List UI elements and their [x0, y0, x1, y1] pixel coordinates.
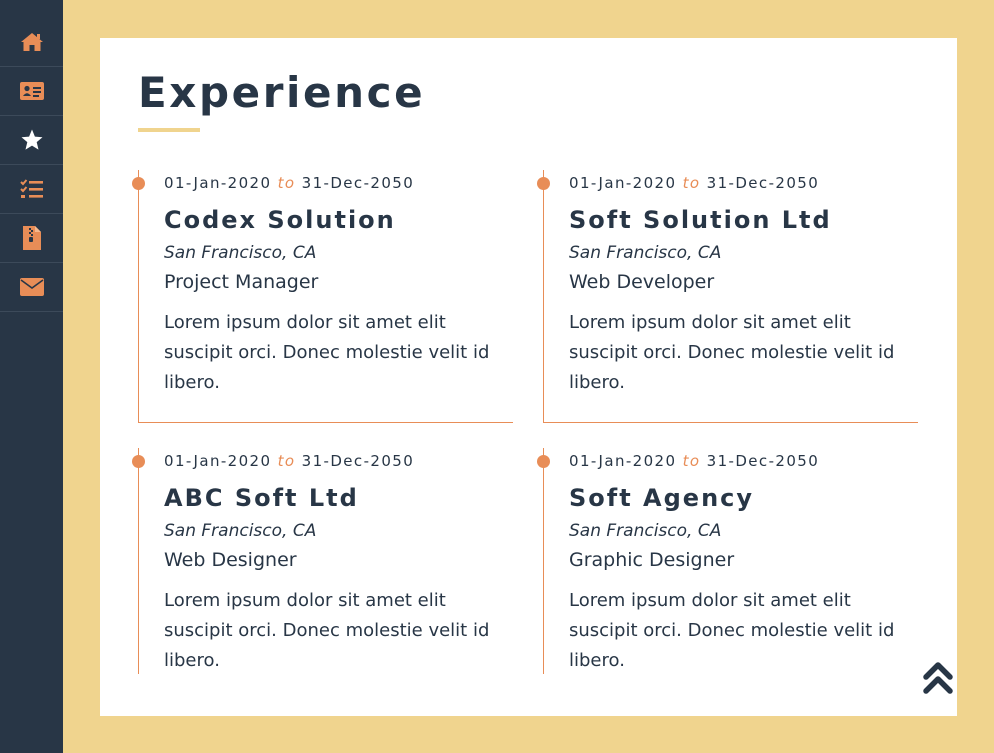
company-location: San Francisco, CA — [569, 243, 722, 263]
company-location: San Francisco, CA — [164, 243, 317, 263]
company-name: Codex Solution — [164, 206, 396, 234]
job-role: Project Manager — [164, 271, 319, 293]
date-separator: to — [277, 174, 296, 192]
id-card-icon — [19, 82, 44, 100]
double-chevron-up-icon — [920, 662, 956, 702]
date-to: 31-Dec-2050 — [706, 174, 820, 192]
date-from: 01-Jan-2020 — [164, 174, 272, 192]
scroll-to-top-button[interactable] — [920, 660, 956, 698]
nav-item-about[interactable] — [0, 67, 63, 116]
job-role: Web Designer — [164, 549, 297, 571]
entry-date: 01-Jan-2020 to 31-Dec-2050 — [569, 174, 819, 192]
checklist-icon — [19, 179, 44, 199]
timeline-dot — [537, 177, 550, 190]
job-role: Web Developer — [569, 271, 715, 293]
date-from: 01-Jan-2020 — [164, 452, 272, 470]
nav-item-experience[interactable] — [0, 165, 63, 214]
experience-entry: 01-Jan-2020 to 31-Dec-2050 ABC Soft Ltd … — [132, 448, 513, 674]
experience-entry: 01-Jan-2020 to 31-Dec-2050 Soft Solution… — [537, 170, 918, 423]
company-name: Soft Agency — [569, 484, 755, 512]
date-from: 01-Jan-2020 — [569, 452, 677, 470]
company-name: ABC Soft Ltd — [164, 484, 359, 512]
star-icon — [20, 129, 44, 151]
nav-item-contact[interactable] — [0, 263, 63, 312]
nav-item-skills[interactable] — [0, 116, 63, 165]
home-icon — [20, 32, 44, 52]
envelope-icon — [19, 278, 44, 296]
job-description: Lorem ipsum dolor sit amet elit suscipit… — [569, 590, 895, 671]
date-to: 31-Dec-2050 — [301, 452, 415, 470]
company-location: San Francisco, CA — [569, 521, 722, 541]
company-location: San Francisco, CA — [164, 521, 317, 541]
sidebar — [0, 0, 63, 753]
timeline-dot — [537, 455, 550, 468]
experience-entry: 01-Jan-2020 to 31-Dec-2050 Soft Agency S… — [537, 448, 918, 674]
experience-section: Experience 01-Jan-2020 to 31-Dec-2050 Co… — [100, 38, 957, 716]
date-separator: to — [682, 452, 701, 470]
nav-item-portfolio[interactable] — [0, 214, 63, 263]
entry-date: 01-Jan-2020 to 31-Dec-2050 — [164, 452, 414, 470]
title-underline — [138, 128, 200, 132]
section-title: Experience — [138, 68, 426, 117]
date-separator: to — [277, 452, 296, 470]
file-zip-icon — [22, 226, 41, 250]
entry-date: 01-Jan-2020 to 31-Dec-2050 — [569, 452, 819, 470]
date-to: 31-Dec-2050 — [706, 452, 820, 470]
date-to: 31-Dec-2050 — [301, 174, 415, 192]
job-description: Lorem ipsum dolor sit amet elit suscipit… — [569, 312, 895, 393]
entry-date: 01-Jan-2020 to 31-Dec-2050 — [164, 174, 414, 192]
timeline-dot — [132, 177, 145, 190]
job-description: Lorem ipsum dolor sit amet elit suscipit… — [164, 590, 490, 671]
nav-item-home[interactable] — [0, 0, 63, 67]
company-name: Soft Solution Ltd — [569, 206, 832, 234]
date-from: 01-Jan-2020 — [569, 174, 677, 192]
experience-entry: 01-Jan-2020 to 31-Dec-2050 Codex Solutio… — [132, 170, 513, 423]
job-description: Lorem ipsum dolor sit amet elit suscipit… — [164, 312, 490, 393]
job-role: Graphic Designer — [569, 549, 735, 571]
date-separator: to — [682, 174, 701, 192]
timeline-dot — [132, 455, 145, 468]
